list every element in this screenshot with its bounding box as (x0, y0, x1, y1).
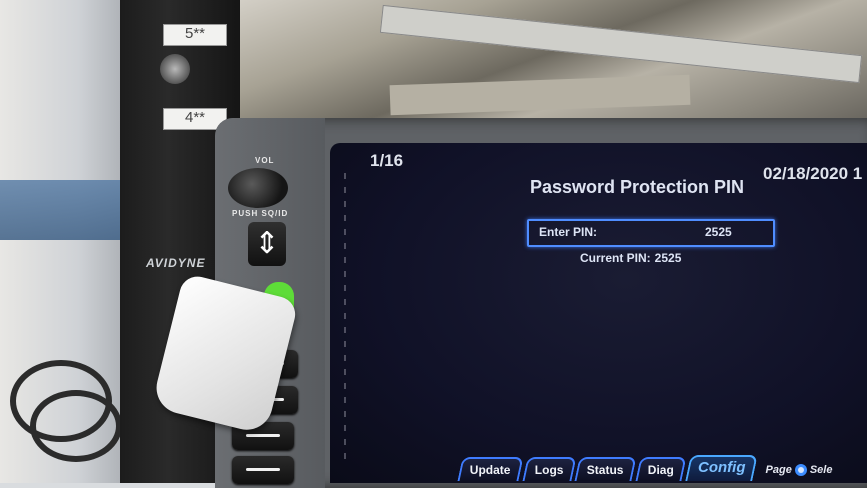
screen-edge-reflection (344, 173, 346, 463)
volume-label: VOL (255, 156, 275, 165)
display-screen: 1/16 02/18/2020 1 Password Protection PI… (330, 143, 867, 483)
tab-label: Logs (534, 463, 564, 477)
side-line-button-4[interactable] (232, 456, 294, 484)
enter-pin-label: Enter PIN: (539, 225, 598, 239)
enter-pin-field[interactable]: Enter PIN: 2525 (527, 219, 775, 247)
blue-bench-item (0, 180, 140, 240)
select-knob-icon (794, 464, 807, 476)
tab-label: Config (698, 459, 746, 476)
current-pin-value: 2525 (654, 251, 682, 265)
volume-knob[interactable] (228, 168, 288, 208)
brand-logo: AVIDYNE (146, 256, 206, 270)
tab-bar: Update Logs Status Diag Config Page Sele (457, 455, 833, 481)
tab-label: Status (587, 463, 624, 477)
coiled-cable (30, 390, 122, 462)
tab-config[interactable]: Config (685, 455, 759, 481)
page-title: Password Protection PIN (530, 177, 745, 197)
page-indicator: 1/16 (370, 151, 404, 170)
push-squelch-label: PUSH SQ/ID (232, 209, 289, 218)
tab-update[interactable]: Update (457, 457, 524, 481)
tab-label: Diag (647, 463, 674, 477)
tab-diag[interactable]: Diag (635, 457, 687, 481)
page-hint-suffix: Sele (809, 464, 833, 476)
current-pin-label: Current PIN: (580, 251, 651, 265)
swap-arrow-button[interactable]: ⇕ (248, 222, 286, 266)
rack-label-5: 5** (163, 24, 227, 46)
page-hint-prefix: Page (765, 464, 792, 476)
enter-pin-value[interactable]: 2525 (705, 225, 732, 239)
tab-logs[interactable]: Logs (522, 457, 576, 481)
current-pin-readout: Current PIN: 2525 (580, 251, 681, 265)
tab-status[interactable]: Status (574, 457, 637, 481)
tab-label: Update (469, 463, 511, 477)
date-readout: 02/18/2020 1 (763, 164, 863, 183)
toggle-switch[interactable] (160, 54, 190, 84)
page-select-hint: Page Sele (765, 459, 833, 481)
